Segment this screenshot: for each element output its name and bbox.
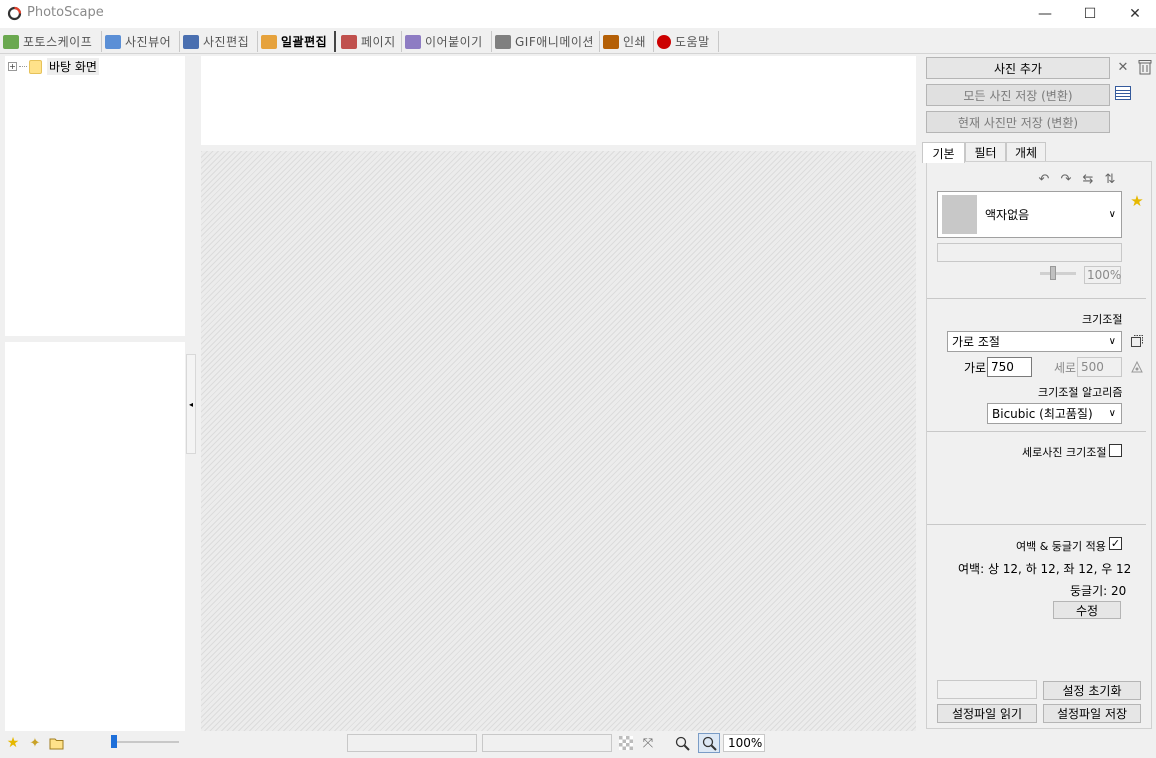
- minimize-button[interactable]: —: [1022, 0, 1068, 28]
- round-summary: 둥글기: 20: [1070, 584, 1127, 598]
- thumbnail-size-slider-thumb[interactable]: [111, 735, 117, 748]
- width-label: 가로: [964, 361, 987, 375]
- maximize-button[interactable]: ☐: [1067, 0, 1113, 28]
- fit-screen-icon[interactable]: ⤧: [640, 735, 656, 751]
- tab-batch-editor[interactable]: 일괄편집: [258, 31, 336, 52]
- favorite-star-icon[interactable]: ★: [1128, 192, 1146, 210]
- trash-icon[interactable]: [1136, 58, 1154, 76]
- viewer-tab-icon: [105, 34, 121, 49]
- collapse-arrow-icon: ◂: [188, 399, 193, 409]
- gif-tab-icon: [495, 34, 511, 49]
- reset-settings-button[interactable]: 설정 초기화: [1043, 681, 1141, 700]
- divider: [927, 298, 1146, 299]
- combine-tab-icon: [405, 34, 421, 49]
- height-label: 세로: [1054, 361, 1077, 375]
- aspect-ratio-icon[interactable]: [1128, 332, 1146, 350]
- zoom-actual-icon[interactable]: [673, 735, 691, 751]
- settings-file-field: [937, 680, 1037, 699]
- divider: [927, 524, 1146, 525]
- rotate-left-icon[interactable]: ↶: [1035, 170, 1053, 188]
- status-field-1: [347, 734, 477, 752]
- chevron-down-icon: ∨: [1108, 335, 1116, 347]
- print-tab-icon: [603, 34, 619, 49]
- resize-title: 크기조절: [1082, 313, 1123, 326]
- editor-tab-icon: [183, 34, 199, 49]
- add-photo-button[interactable]: 사진 추가: [926, 57, 1110, 79]
- rotate-right-icon[interactable]: ↷: [1057, 170, 1075, 188]
- tab-print[interactable]: 인쇄: [600, 31, 654, 52]
- thumbnail-strip[interactable]: [201, 56, 916, 145]
- thumbnail-size-slider[interactable]: [111, 741, 179, 743]
- close-button[interactable]: ✕: [1112, 0, 1156, 28]
- load-settings-button[interactable]: 설정파일 읽기: [937, 704, 1037, 723]
- algorithm-select[interactable]: Bicubic (최고품질) ∨: [987, 403, 1122, 424]
- tab-object[interactable]: 개체: [1006, 142, 1046, 162]
- algorithm-title: 크기조절 알고리즘: [1038, 386, 1123, 399]
- save-current-button[interactable]: 현재 사진만 저장 (변환): [926, 111, 1110, 133]
- help-tab-icon: [657, 34, 671, 49]
- folder-icon: [29, 59, 42, 74]
- tree-item-desktop[interactable]: + 바탕 화면: [8, 58, 99, 75]
- flip-horizontal-icon[interactable]: ⇆: [1079, 170, 1097, 188]
- frame-option-field: [937, 243, 1122, 262]
- photoscape-logo-icon: [7, 6, 22, 21]
- tab-gif-animation[interactable]: GIF애니메이션: [492, 31, 600, 52]
- file-list-panel[interactable]: [5, 342, 185, 731]
- zoom-fit-icon[interactable]: [698, 733, 720, 753]
- tab-photoscape[interactable]: 포토스케이프: [0, 31, 102, 52]
- zoom-level-display: 100%: [723, 734, 765, 752]
- resize-mode-select[interactable]: 가로 조절 ∨: [947, 331, 1122, 352]
- tree-connector: [19, 66, 27, 67]
- save-settings-button[interactable]: 설정파일 저장: [1043, 704, 1141, 723]
- tab-viewer[interactable]: 사진뷰어: [102, 31, 180, 52]
- portrait-resize-checkbox[interactable]: [1109, 444, 1122, 457]
- transparency-grid-icon[interactable]: [618, 735, 634, 751]
- preview-canvas[interactable]: [201, 151, 916, 731]
- frame-zoom-slider-thumb[interactable]: [1050, 266, 1056, 280]
- title-bar: PhotoScape — ☐ ✕: [0, 0, 1156, 28]
- window-title: PhotoScape: [27, 5, 104, 20]
- margin-round-checkbox[interactable]: ✓: [1109, 537, 1122, 550]
- favorites-star-icon[interactable]: ★: [5, 735, 21, 751]
- tab-help[interactable]: 도움말: [654, 31, 719, 52]
- margin-round-label: 여백 & 둥글기 적용: [1016, 540, 1106, 553]
- photoscape-tab-icon: [3, 34, 19, 49]
- tree-item-label: 바탕 화면: [47, 58, 99, 75]
- save-all-button[interactable]: 모든 사진 저장 (변환): [926, 84, 1110, 106]
- panel-collapse-handle[interactable]: ◂: [186, 354, 196, 454]
- batch-editor-tab-icon: [261, 34, 277, 49]
- tab-basic[interactable]: 기본: [922, 142, 965, 163]
- frame-zoom-field: 100%: [1084, 266, 1121, 284]
- width-input[interactable]: 750: [987, 357, 1032, 377]
- tab-editor[interactable]: 사진편집: [180, 31, 258, 52]
- edit-margin-button[interactable]: 수정: [1053, 601, 1121, 619]
- divider: [927, 431, 1146, 432]
- portrait-resize-label: 세로사진 크기조절: [1022, 446, 1107, 459]
- frame-preview-thumbnail: [942, 195, 977, 234]
- status-field-2: [482, 734, 612, 752]
- expand-icon[interactable]: +: [8, 62, 17, 71]
- page-tab-icon: [341, 34, 357, 49]
- tab-page[interactable]: 페이지: [338, 31, 402, 52]
- frame-zoom-slider[interactable]: [1040, 272, 1076, 275]
- folder-tree-panel[interactable]: [5, 56, 185, 336]
- margin-summary: 여백: 상 12, 하 12, 좌 12, 우 12: [958, 562, 1132, 576]
- remove-photo-icon[interactable]: ✕: [1114, 58, 1132, 76]
- chevron-down-icon: ∨: [1108, 407, 1116, 419]
- list-icon[interactable]: [1114, 84, 1132, 102]
- add-favorite-icon[interactable]: ✦: [27, 735, 43, 751]
- flip-vertical-icon[interactable]: ⇅: [1101, 170, 1119, 188]
- link-ratio-icon[interactable]: [1128, 358, 1146, 376]
- tab-filter[interactable]: 필터: [965, 142, 1006, 162]
- main-tab-bar: 포토스케이프 사진뷰어 사진편집 일괄편집 페이지 이어붙이기 GIF애니메이션…: [0, 29, 1156, 54]
- height-input: 500: [1077, 357, 1122, 377]
- frame-select[interactable]: 액자없음 ∨: [937, 191, 1122, 238]
- tab-combine[interactable]: 이어붙이기: [402, 31, 492, 52]
- chevron-down-icon: ∨: [1108, 208, 1116, 220]
- open-folder-icon[interactable]: [48, 735, 66, 751]
